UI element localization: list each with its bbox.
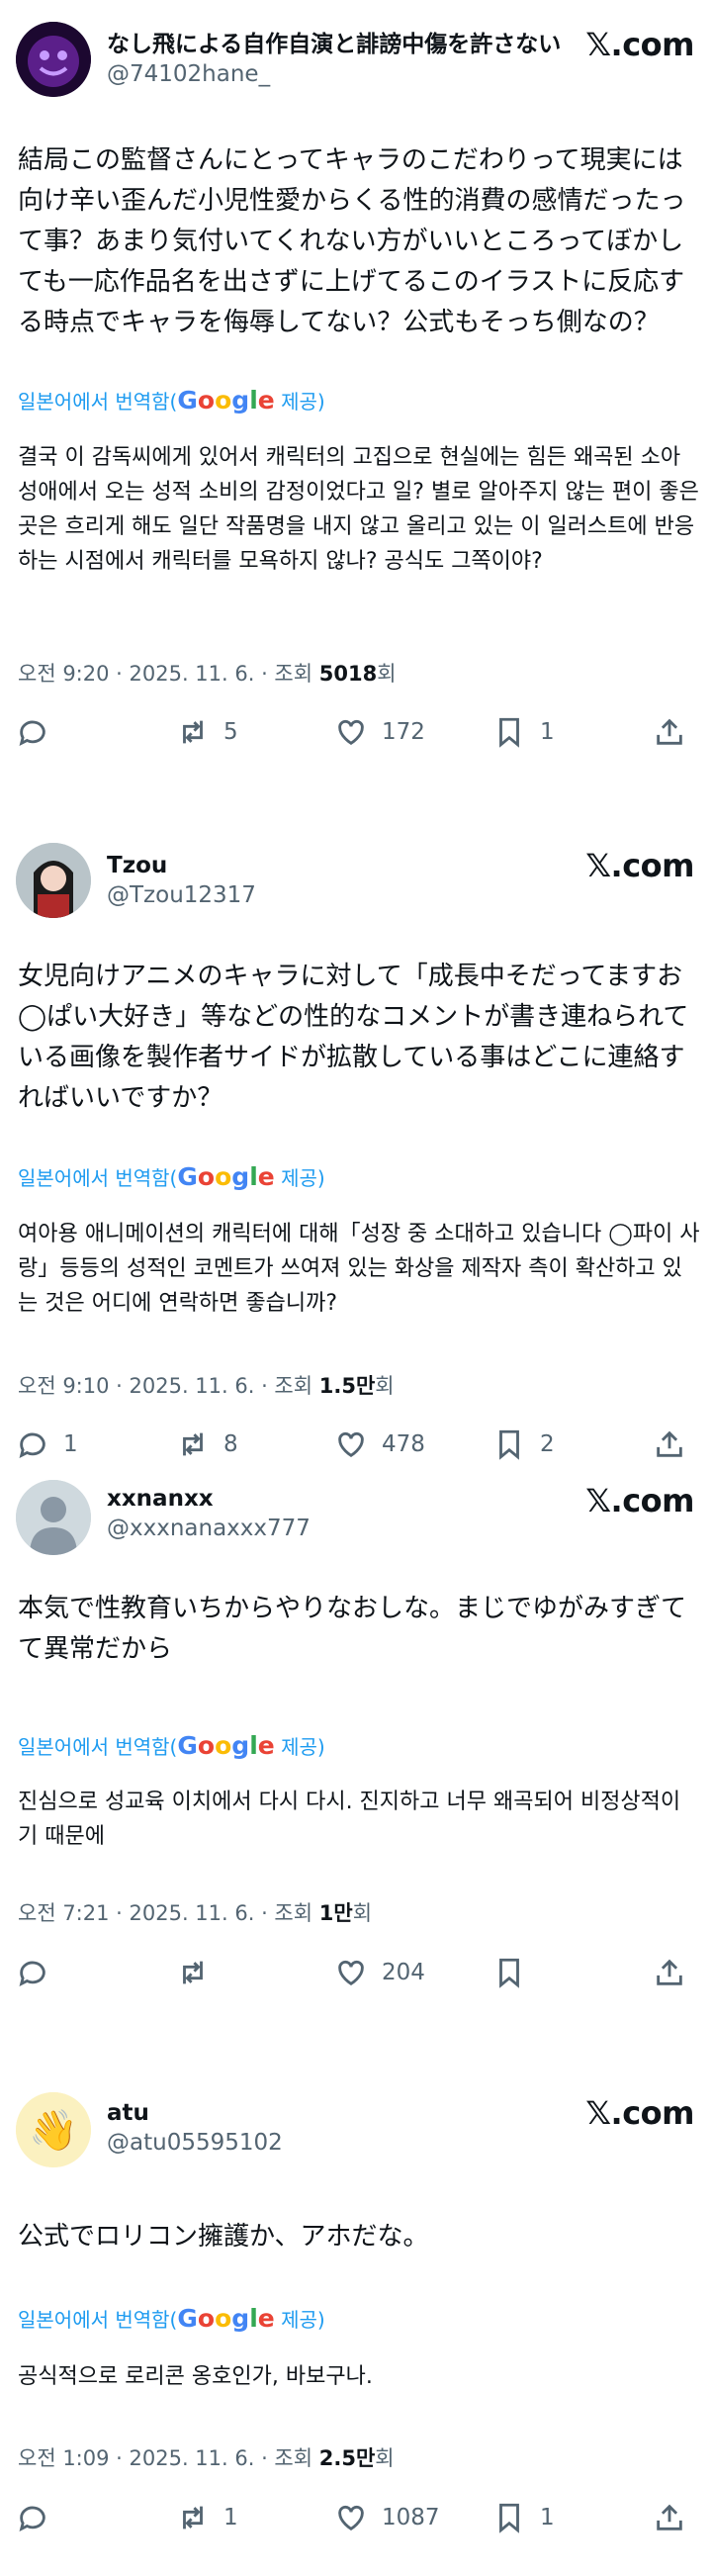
display-name[interactable]: atu — [107, 2098, 283, 2128]
translated-text: 여아용 애니메이션의 캐릭터에 대해「성장 중 소대하고 있습니다 ◯파이 사랑… — [18, 1222, 700, 1316]
translated-text: 진심으로 성교육 이치에서 다시 다시. 진지하고 너무 왜곡되어 비정상적이기… — [18, 1790, 681, 1849]
google-logo: Google — [177, 386, 275, 414]
google-logo: Google — [177, 1731, 275, 1760]
x-logo: 𝕏.com — [585, 1482, 694, 1519]
bookmark-button[interactable]: 1 — [492, 2498, 555, 2537]
handle[interactable]: @xxxnanaxxx777 — [107, 1514, 311, 1543]
share-button[interactable] — [653, 712, 686, 752]
purple-smiley-avatar-icon — [16, 22, 91, 97]
like-button[interactable]: 172 — [334, 712, 425, 752]
avatar[interactable] — [16, 22, 91, 97]
post-text: 女児向けアニメのキャラに対して「成長中そだってますお◯ぱい大好き」等などの性的な… — [18, 962, 689, 1113]
avatar[interactable]: 👋 — [16, 2092, 91, 2167]
share-icon — [657, 718, 682, 745]
bookmark-icon — [499, 1958, 519, 1988]
reply-icon — [19, 720, 45, 746]
google-logo: Google — [177, 2304, 275, 2333]
like-button[interactable]: 1087 — [334, 2498, 440, 2537]
translated-text: 결국 이 감독씨에게 있어서 캐릭터의 고집으로 현실에는 힘든 왜곡된 소아성… — [18, 445, 699, 574]
translation-label[interactable]: 일본어에서 번역함(Google 제공) — [18, 2304, 325, 2333]
avatar[interactable] — [16, 1480, 91, 1555]
default-person-avatar-icon — [16, 1480, 91, 1555]
reply-icon — [19, 1432, 45, 1458]
display-name[interactable]: なし飛による自作自演と誹謗中傷を許さない — [107, 30, 561, 59]
heart-icon — [338, 719, 364, 746]
reply-button[interactable] — [16, 2498, 63, 2537]
repost-icon — [183, 720, 203, 744]
bookmark-icon — [499, 2503, 519, 2533]
svg-text:👋: 👋 — [29, 2108, 78, 2154]
repost-button[interactable] — [176, 1953, 223, 1992]
bookmark-icon — [499, 717, 519, 748]
translation-label[interactable]: 일본어에서 번역함(Google 제공) — [18, 1162, 325, 1191]
x-logo: 𝕏.com — [585, 847, 694, 884]
share-button[interactable] — [653, 1953, 686, 1992]
share-icon — [657, 1959, 682, 1985]
action-bar: 1 8 478 2 — [0, 1425, 712, 1464]
post-text: 本気で性教育いちからやりなおしな。まじでゆがみすぎてて異常だから — [18, 1594, 687, 1664]
reply-icon — [19, 2506, 45, 2531]
repost-button[interactable]: 8 — [176, 1425, 238, 1464]
like-button[interactable]: 204 — [334, 1953, 425, 1992]
x-logo: 𝕏.com — [585, 2094, 694, 2132]
repost-icon — [183, 1961, 203, 1984]
post: Tzou @Tzou12317 𝕏.com 女児向けアニメのキャラに対して「成長… — [0, 821, 712, 1464]
display-name[interactable]: Tzou — [107, 851, 256, 880]
share-icon — [657, 2504, 682, 2530]
bookmark-button[interactable]: 1 — [492, 712, 555, 752]
reply-icon — [19, 1961, 45, 1986]
repost-button[interactable]: 5 — [176, 712, 238, 752]
action-bar: 1 1087 1 — [0, 2498, 712, 2537]
action-bar: 204 — [0, 1953, 712, 1992]
post-meta: 오전 9:10 · 2025. 11. 6. · 조회 1.5만회 — [18, 1374, 395, 1398]
reply-button[interactable]: 1 — [16, 1425, 78, 1464]
reply-button[interactable] — [16, 1953, 63, 1992]
repost-icon — [183, 1432, 203, 1456]
handle[interactable]: @74102hane_ — [107, 59, 561, 89]
post-meta: 오전 9:20 · 2025. 11. 6. · 조회 5018회 — [18, 662, 397, 686]
x-logo: 𝕏.com — [585, 26, 694, 63]
post: xxnanxx @xxxnanaxxx777 𝕏.com 本気で性教育いちからや… — [0, 1466, 712, 2020]
handle[interactable]: @atu05595102 — [107, 2128, 283, 2158]
avatar[interactable] — [16, 843, 91, 918]
share-button[interactable] — [653, 1425, 686, 1464]
display-name[interactable]: xxnanxx — [107, 1484, 311, 1514]
bookmark-button[interactable] — [492, 1953, 540, 1992]
post: なし飛による自作自演と誹謗中傷を許さない @74102hane_ 𝕏.com 結… — [0, 0, 712, 782]
handle[interactable]: @Tzou12317 — [107, 880, 256, 910]
translation-label[interactable]: 일본어에서 번역함(Google 제공) — [18, 386, 325, 414]
translated-text: 공식적으로 로리콘 옹호인가, 바보구나. — [18, 2364, 373, 2389]
bookmark-button[interactable]: 2 — [492, 1425, 555, 1464]
bookmark-icon — [499, 1429, 519, 1460]
translation-label[interactable]: 일본어에서 번역함(Google 제공) — [18, 1731, 325, 1760]
repost-icon — [183, 2506, 203, 2530]
like-button[interactable]: 478 — [334, 1425, 425, 1464]
post-text: 結局この監督さんにとってキャラのこだわりって現実には向け辛い歪んだ小児性愛からく… — [18, 145, 686, 337]
heart-icon — [338, 1431, 364, 1458]
reply-button[interactable] — [16, 712, 63, 752]
post: 👋 atu @atu05595102 𝕏.com 公式でロリコン擁護か、アホだな… — [0, 2072, 712, 2576]
post-text: 公式でロリコン擁護か、アホだな。 — [18, 2222, 429, 2252]
post-meta: 오전 7:21 · 2025. 11. 6. · 조회 1만회 — [18, 1901, 373, 1925]
google-logo: Google — [177, 1162, 275, 1191]
heart-icon — [338, 1960, 364, 1986]
share-icon — [657, 1430, 682, 1457]
heart-icon — [338, 2505, 364, 2531]
repost-button[interactable]: 1 — [176, 2498, 238, 2537]
post-meta: 오전 1:09 · 2025. 11. 6. · 조회 2.5만회 — [18, 2446, 395, 2470]
action-bar: 5 172 1 — [0, 712, 712, 752]
waving-hand-avatar-icon: 👋 — [16, 2092, 91, 2167]
anime-character-avatar-icon — [16, 843, 91, 918]
share-button[interactable] — [653, 2498, 686, 2537]
